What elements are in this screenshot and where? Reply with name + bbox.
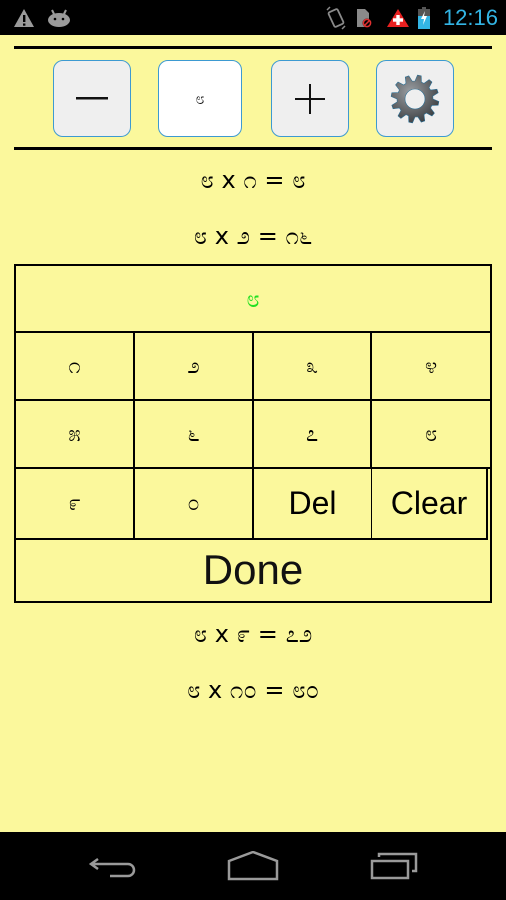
decrement-button[interactable] [53,60,131,137]
key-2[interactable]: ೨ [135,333,254,401]
clock: 12:16 [442,5,498,30]
equation-row: ೮ x ೧೦ = ೮೦ [0,676,506,704]
back-icon [88,857,136,878]
key-9[interactable]: ೯ [16,469,135,540]
product: ೮೦ [292,676,320,704]
equals-sign: = [264,676,285,704]
minus-icon [76,96,108,99]
top-divider [14,46,492,49]
delete-button[interactable]: Del [254,469,372,540]
increment-button[interactable] [271,60,349,137]
equation-row: ೮ x ೧ = ೮ [0,166,506,194]
equals-sign: = [257,222,278,250]
multiplier: ೧ [243,166,257,194]
multiplicand: ೮ [193,620,208,648]
equation-row: ೮ x ೨ = ೧೬ [0,222,506,250]
recent-apps-icon [370,852,418,880]
multiplier: ೧೦ [229,676,257,704]
no-sim-icon [354,0,374,35]
settings-button[interactable] [376,60,454,137]
times-sign: x [208,676,223,704]
bottom-divider [14,147,492,150]
clear-button[interactable]: Clear [372,469,488,540]
equals-sign: = [264,166,285,194]
multiplicand: ೮ [186,676,201,704]
gear-icon [390,74,440,123]
first-aid-icon [385,0,411,35]
table-number-value: ೮ [195,88,205,108]
table-number-input[interactable]: ೮ [158,60,242,137]
multiplier: ೨ [236,222,251,250]
key-8[interactable]: ೮ [372,401,490,469]
navigation-bar [0,832,506,900]
keypad: ೮ ೧ ೨ ೩ ೪ ೫ ೬ ೭ ೮ ೯ ೦ Del Clear Done [14,264,492,603]
multiplicand: ೮ [193,222,208,250]
key-4[interactable]: ೪ [372,333,490,401]
multiplier: ೯ [236,620,251,648]
android-debug-icon [45,0,73,35]
key-0[interactable]: ೦ [135,469,254,540]
key-1[interactable]: ೧ [16,333,135,401]
home-icon [227,851,279,881]
key-5[interactable]: ೫ [16,401,135,469]
equation-row: ೮ x ೯ = ೭೨ [0,620,506,648]
home-button[interactable] [218,846,288,886]
times-sign: x [214,222,229,250]
product: ೧೬ [285,222,313,250]
key-3[interactable]: ೩ [254,333,372,401]
times-sign: x [221,166,236,194]
status-bar: 12:16 [0,0,506,35]
times-sign: x [214,620,229,648]
plus-icon [295,83,325,114]
warning-icon [12,0,36,35]
recent-apps-button[interactable] [360,846,430,886]
answer-display: ೮ [16,266,490,333]
multiplicand: ೮ [200,166,214,194]
app-content: ೮ ೮ x ೧ = ೮ ೮ x ೨ = ೧೬ ೮ ೧ ೨ ೩ ೪ ೫ ೬ ೭ ೮… [0,35,506,832]
battery-charging-icon [416,0,432,35]
key-6[interactable]: ೬ [135,401,254,469]
product: ೮ [292,166,306,194]
vibrate-icon [324,0,348,35]
equals-sign: = [257,620,278,648]
product: ೭೨ [285,620,313,648]
back-button[interactable] [78,846,148,886]
done-button[interactable]: Done [16,539,490,601]
key-7[interactable]: ೭ [254,401,372,469]
